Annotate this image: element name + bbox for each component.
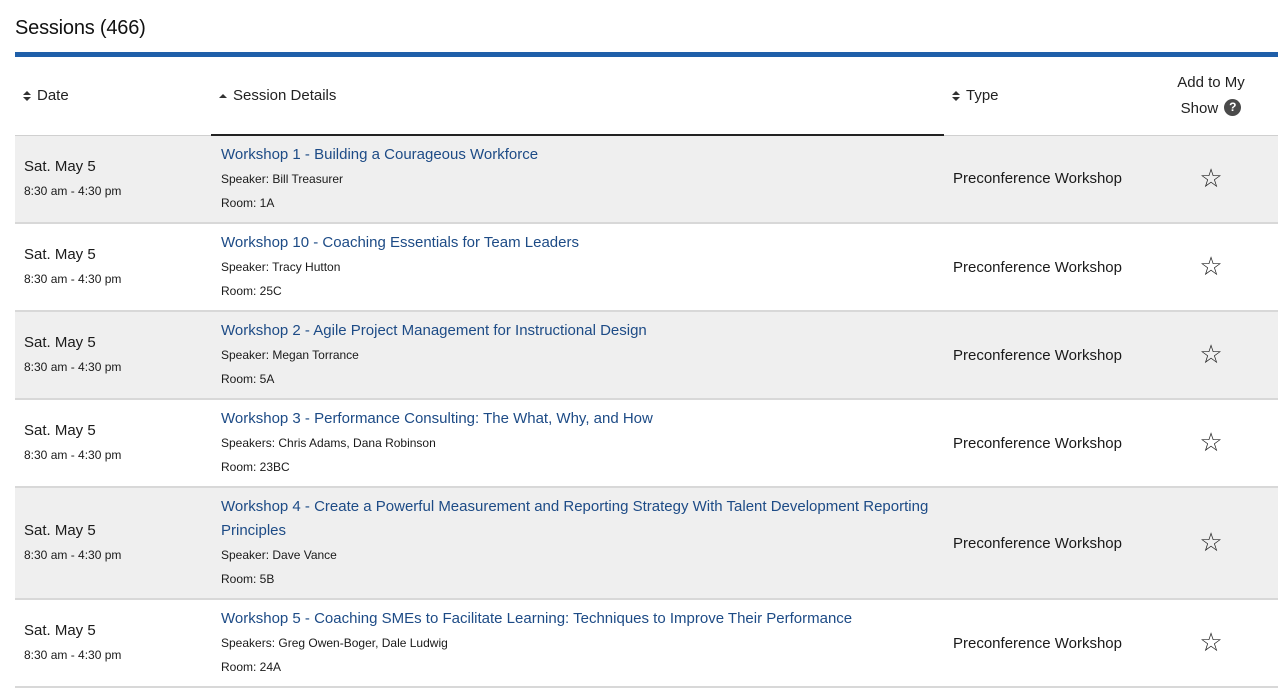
date-cell: Sat. May 5 8:30 am - 4:30 pm — [15, 135, 211, 224]
session-time: 8:30 am - 4:30 pm — [24, 183, 122, 198]
session-speaker: Speaker: Tracy Hutton — [221, 260, 341, 274]
table-row: Sat. May 5 8:30 am - 4:30 pm Workshop 5 - … — [15, 599, 1278, 688]
add-cell: ☆ — [1144, 599, 1278, 688]
session-date: Sat. May 5 — [24, 622, 96, 639]
add-cell: ☆ — [1144, 487, 1278, 600]
add-cell: ☆ — [1144, 311, 1278, 400]
date-cell: Sat. May 5 8:30 am - 4:30 pm — [15, 223, 211, 312]
session-title-link[interactable]: Workshop 10 - Coaching Essentials for Te… — [221, 231, 934, 255]
add-cell: ☆ — [1144, 135, 1278, 224]
date-cell: Sat. May 5 8:30 am - 4:30 pm — [15, 311, 211, 400]
details-cell: Workshop 3 - Performance Consulting: The… — [211, 399, 944, 488]
sessions-table: Date Session Details Type Add to My Show — [15, 57, 1278, 688]
sort-ascending-icon — [219, 90, 227, 102]
session-time: 8:30 am - 4:30 pm — [24, 448, 122, 462]
table-row: Sat. May 5 8:30 am - 4:30 pm Workshop 3 - … — [15, 399, 1278, 488]
session-speaker: Speakers: Greg Owen-Boger, Dale Ludwig — [221, 636, 448, 650]
date-cell: Sat. May 5 8:30 am - 4:30 pm — [15, 399, 211, 488]
session-speaker: Speaker: Dave Vance — [221, 548, 337, 562]
session-title-link[interactable]: Workshop 5 - Coaching SMEs to Facilitate… — [221, 607, 934, 631]
details-cell: Workshop 2 - Agile Project Management fo… — [211, 311, 944, 400]
date-cell: Sat. May 5 8:30 am - 4:30 pm — [15, 599, 211, 688]
date-cell: Sat. May 5 8:30 am - 4:30 pm — [15, 487, 211, 600]
session-type: Preconference Workshop — [944, 135, 1144, 224]
add-cell: ☆ — [1144, 399, 1278, 488]
session-room: Room: 25C — [221, 284, 282, 298]
session-date: Sat. May 5 — [24, 246, 96, 263]
session-time: 8:30 am - 4:30 pm — [24, 272, 122, 286]
session-time: 8:30 am - 4:30 pm — [24, 360, 122, 374]
date-column-header[interactable]: Date — [15, 57, 211, 136]
session-speaker: Speaker: Megan Torrance — [221, 348, 359, 362]
star-icon[interactable]: ☆ — [1199, 530, 1222, 556]
table-row: Sat. May 5 8:30 am - 4:30 pm Workshop 4 - … — [15, 487, 1278, 600]
date-column-label: Date — [37, 87, 69, 105]
session-speaker: Speakers: Chris Adams, Dana Robinson — [221, 436, 436, 450]
add-to-show-label-line1: Add to My — [1177, 73, 1245, 91]
star-icon[interactable]: ☆ — [1199, 430, 1222, 456]
type-column-label: Type — [966, 87, 999, 105]
session-date: Sat. May 5 — [24, 422, 96, 439]
session-details-column-label: Session Details — [233, 87, 337, 104]
session-type: Preconference Workshop — [944, 399, 1144, 488]
session-date: Sat. May 5 — [24, 334, 96, 351]
details-cell: Workshop 5 - Coaching SMEs to Facilitate… — [211, 599, 944, 688]
add-cell: ☆ — [1144, 223, 1278, 312]
star-icon[interactable]: ☆ — [1199, 342, 1222, 368]
add-to-show-label-line2: Show — [1180, 99, 1219, 117]
session-details-column-header[interactable]: Session Details — [211, 57, 944, 136]
session-speaker: Speaker: Bill Treasurer — [221, 172, 344, 186]
details-cell: Workshop 4 - Create a Powerful Measureme… — [211, 487, 944, 600]
details-cell: Workshop 1 - Building a Courageous Workf… — [211, 135, 944, 224]
add-to-show-column-header: Add to My Show ? — [1144, 57, 1278, 136]
session-type: Preconference Workshop — [944, 223, 1144, 312]
session-type: Preconference Workshop — [944, 487, 1144, 600]
session-date: Sat. May 5 — [24, 522, 96, 539]
session-type: Preconference Workshop — [944, 599, 1144, 688]
session-title-link[interactable]: Workshop 3 - Performance Consulting: The… — [221, 407, 934, 431]
session-title-link[interactable]: Workshop 1 - Building a Courageous Workf… — [221, 143, 934, 167]
star-icon[interactable]: ☆ — [1199, 254, 1222, 280]
session-room: Room: 23BC — [221, 460, 290, 474]
sort-icon — [952, 90, 960, 102]
session-room: Room: 24A — [221, 660, 282, 674]
session-time: 8:30 am - 4:30 pm — [24, 648, 122, 662]
sort-icon — [23, 90, 31, 102]
star-icon[interactable]: ☆ — [1199, 630, 1222, 656]
table-row: Sat. May 5 8:30 am - 4:30 pm Workshop 10 -… — [15, 223, 1278, 312]
session-time: 8:30 am - 4:30 pm — [24, 548, 122, 562]
session-room: Room: 5A — [221, 372, 275, 386]
session-title-link[interactable]: Workshop 2 - Agile Project Management fo… — [221, 319, 934, 343]
star-icon[interactable]: ☆ — [1199, 166, 1222, 192]
page-title: Sessions (466) — [15, 17, 146, 39]
table-header-row: Date Session Details Type Add to My Show — [15, 57, 1278, 136]
details-cell: Workshop 10 - Coaching Essentials for Te… — [211, 223, 944, 312]
session-type: Preconference Workshop — [944, 311, 1144, 400]
table-row: Sat. May 5 8:30 am - 4:30 pm Workshop 1 - … — [15, 135, 1278, 224]
help-icon[interactable]: ? — [1224, 99, 1242, 117]
session-room: Room: 5B — [221, 572, 275, 586]
session-date: Sat. May 5 — [24, 157, 96, 175]
session-title-link[interactable]: Workshop 4 - Create a Powerful Measureme… — [221, 495, 934, 543]
session-room: Room: 1A — [221, 196, 275, 210]
type-column-header[interactable]: Type — [944, 57, 1144, 136]
table-row: Sat. May 5 8:30 am - 4:30 pm Workshop 2 - … — [15, 311, 1278, 400]
